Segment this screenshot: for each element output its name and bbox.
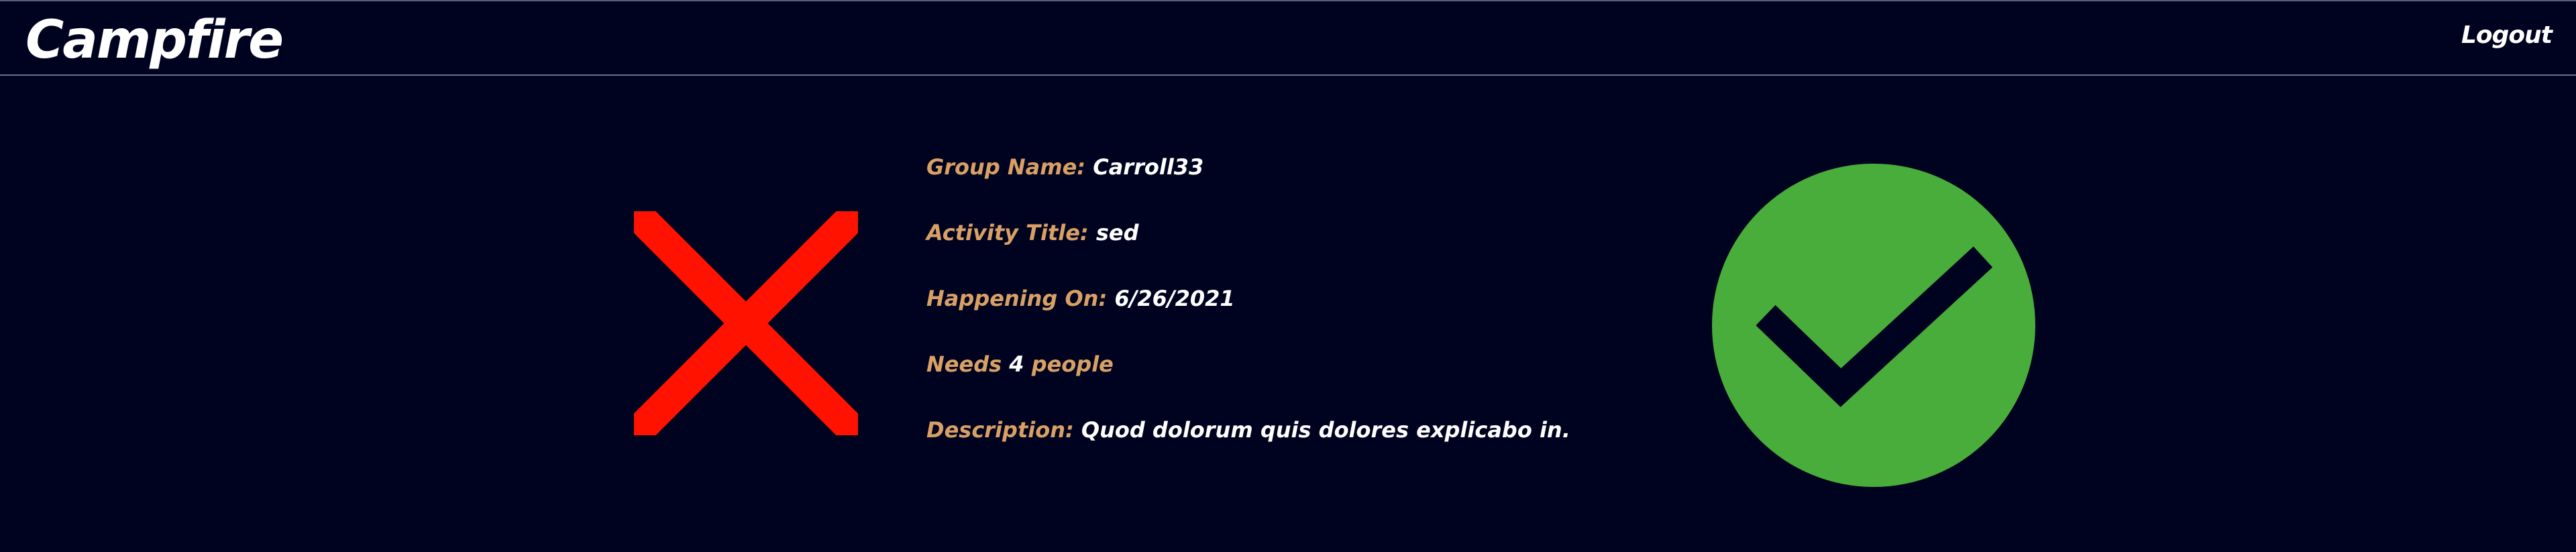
check-circle-icon — [1712, 164, 2035, 487]
needs-count: 4 — [1009, 351, 1024, 377]
description-value: Quod dolorum quis dolores explicabo in. — [1081, 417, 1570, 443]
logout-button[interactable]: Logout — [2461, 20, 2553, 51]
activity-details: Group Name: Carroll33 Activity Title: se… — [926, 149, 1597, 478]
activity-title-value: sed — [1095, 220, 1139, 245]
accept-button[interactable] — [1712, 164, 2035, 487]
description-label: Description: — [926, 417, 1074, 443]
top-navbar: Campfire Logout — [0, 0, 2576, 76]
needs-row: Needs 4 people — [926, 346, 1597, 412]
description-row: Description: Quod dolorum quis dolores e… — [926, 412, 1597, 478]
group-name-value: Carroll33 — [1093, 154, 1204, 180]
needs-suffix: people — [1031, 351, 1114, 377]
reject-button[interactable] — [623, 200, 869, 447]
group-name-label: Group Name: — [926, 154, 1086, 180]
activity-title-row: Activity Title: sed — [926, 215, 1597, 280]
activity-title-label: Activity Title: — [926, 220, 1089, 245]
happening-on-row: Happening On: 6/26/2021 — [926, 280, 1597, 346]
brand-logo[interactable]: Campfire — [25, 7, 284, 74]
happening-on-label: Happening On: — [926, 286, 1108, 311]
happening-on-value: 6/26/2021 — [1114, 286, 1235, 311]
group-name-row: Group Name: Carroll33 — [926, 149, 1597, 215]
needs-prefix: Needs — [926, 351, 1002, 377]
close-x-icon — [623, 200, 869, 447]
